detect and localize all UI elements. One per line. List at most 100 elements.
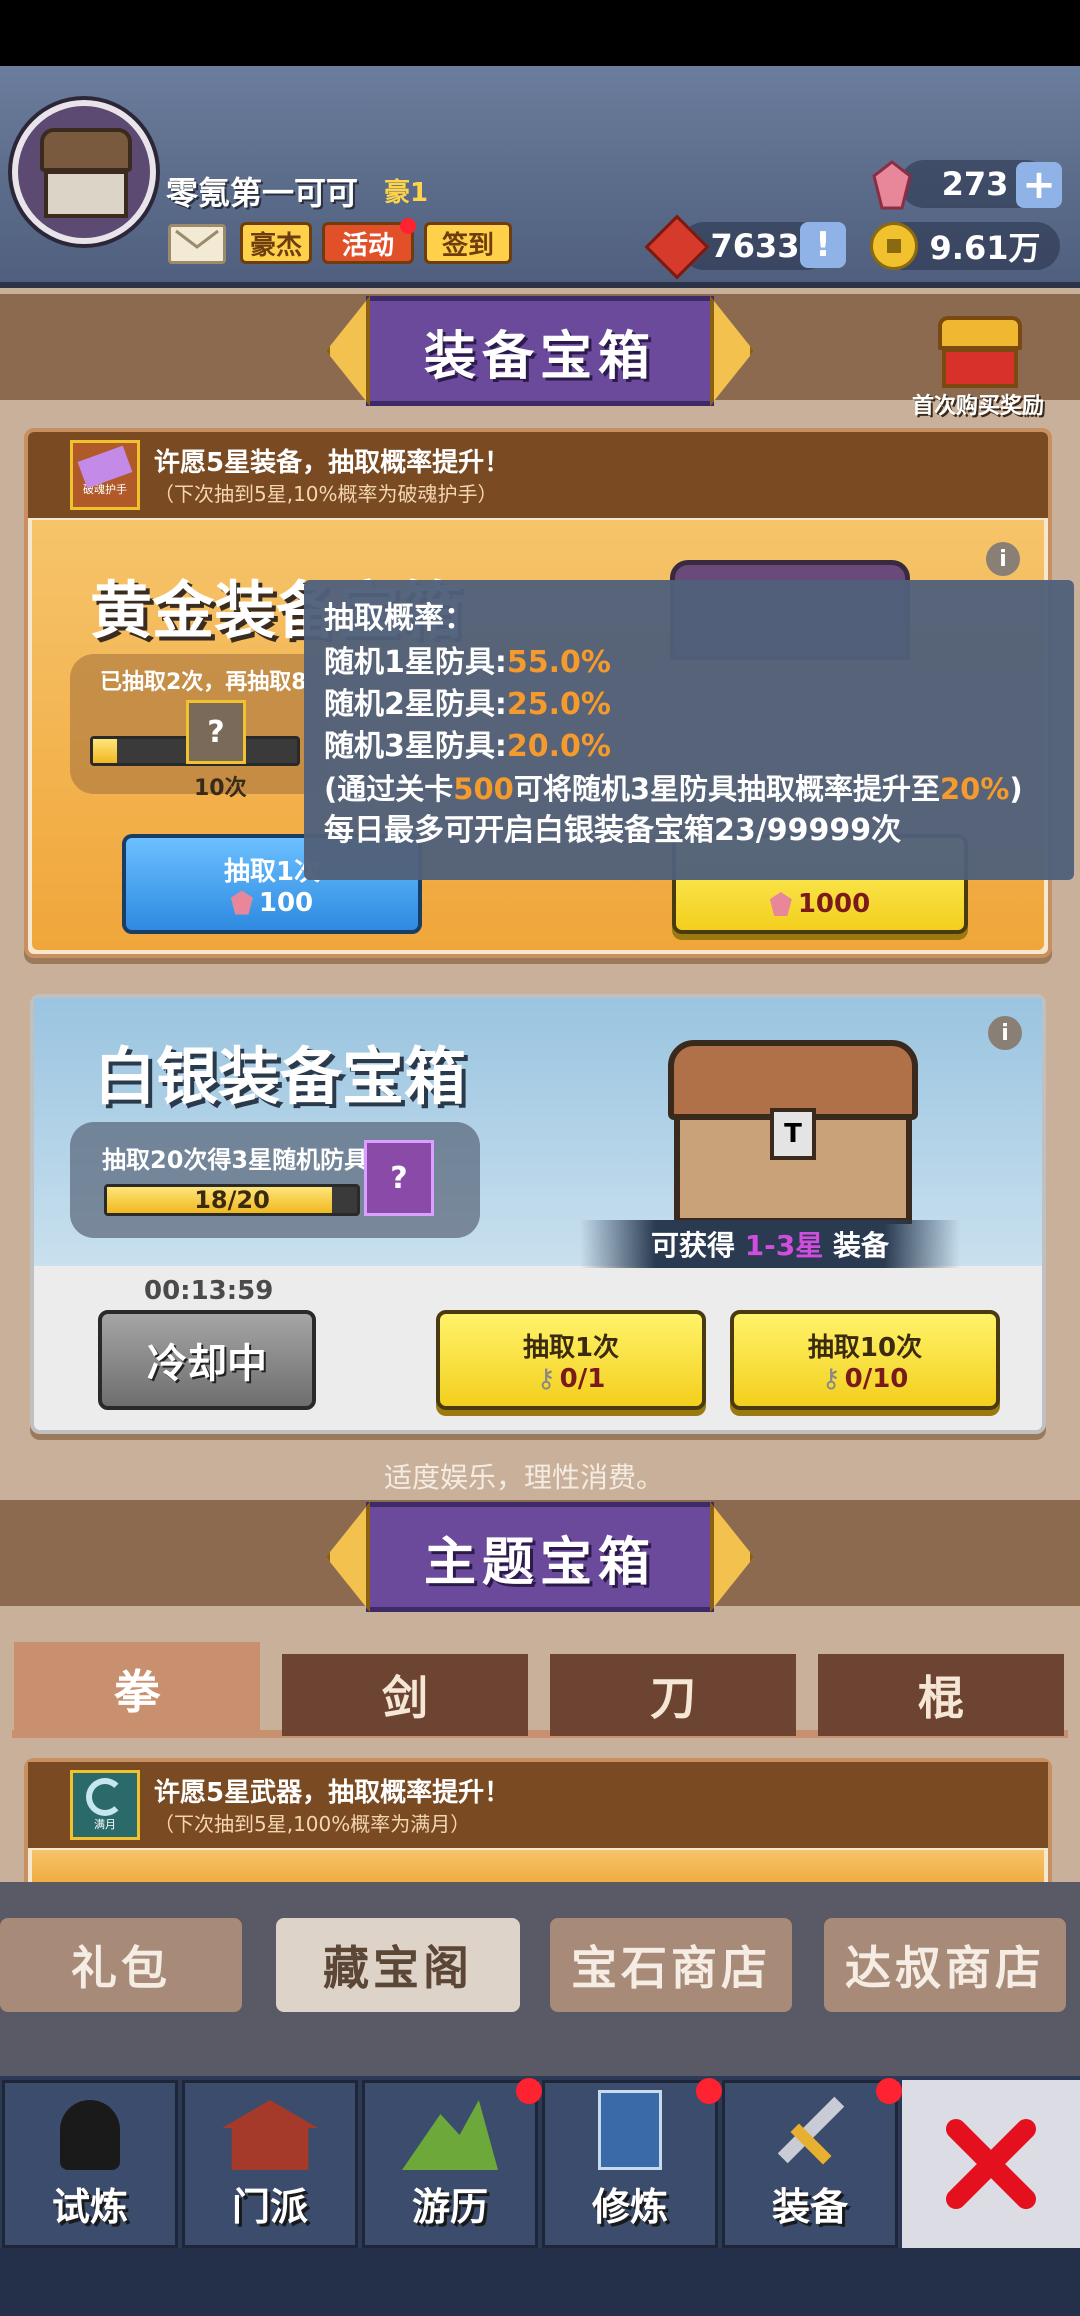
gold-reward-count: 10次 bbox=[194, 776, 247, 801]
tag-hero-button[interactable]: 豪杰 bbox=[240, 222, 312, 264]
shop-tab-gift[interactable]: 礼包 bbox=[0, 1918, 242, 2012]
vip-badge: 豪1 bbox=[384, 178, 429, 208]
nav-equipment-notification-dot bbox=[876, 2078, 902, 2104]
silver-draw-1-cost: 0/1 bbox=[559, 1363, 606, 1394]
secret-book-icon bbox=[598, 2090, 662, 2170]
popup-row-1: 随机1星防具:55.0% bbox=[324, 642, 1054, 684]
key-icon: ⚷ bbox=[536, 1363, 556, 1394]
popup-row-2: 随机2星防具:25.0% bbox=[324, 684, 1054, 726]
popup-row-2-label: 随机2星防具: bbox=[324, 687, 507, 722]
avatar[interactable] bbox=[12, 100, 156, 244]
nav-travel-label: 游历 bbox=[411, 2185, 488, 2229]
popup-row-3-value: 20.0% bbox=[506, 729, 611, 764]
popup-note-stage: 500 bbox=[453, 772, 514, 806]
tag-checkin-button[interactable]: 签到 bbox=[424, 222, 512, 264]
mail-icon[interactable] bbox=[168, 224, 226, 264]
gold-info-icon[interactable]: i bbox=[986, 542, 1020, 576]
shop-tab-uncle-store[interactable]: 达叔商店 bbox=[824, 1918, 1066, 2012]
theme-wish-item-icon[interactable]: 满月 bbox=[70, 1770, 140, 1840]
popup-row-1-value: 55.0% bbox=[506, 645, 611, 680]
cooldown-timer: 00:13:59 bbox=[144, 1276, 274, 1306]
gold-wish-subtitle: （下次抽到5星,10%概率为破魂护手） bbox=[154, 482, 498, 506]
theme-banner-title: 主题宝箱 bbox=[366, 1502, 714, 1612]
temple-gate-icon bbox=[222, 2100, 318, 2170]
honor-value: 7633 bbox=[710, 227, 800, 265]
add-gems-button[interactable]: + bbox=[1016, 162, 1062, 208]
nav-sect[interactable]: 门派 bbox=[182, 2080, 358, 2248]
silver-reward-range: 1-3星 bbox=[744, 1229, 824, 1262]
nav-travel-notification-dot bbox=[516, 2078, 542, 2104]
tab-blade[interactable]: 刀 bbox=[550, 1654, 796, 1736]
gold-wish-title: 许愿5星装备，抽取概率提升！ bbox=[154, 448, 511, 478]
player-name: 零氪第一可可 bbox=[166, 174, 359, 212]
popup-row-3: 随机3星防具:20.0% bbox=[324, 726, 1054, 768]
popup-daily-limit: 每日最多可开启白银装备宝箱23/99999次 bbox=[324, 813, 902, 848]
nav-trial[interactable]: 试炼 bbox=[2, 2080, 178, 2248]
popup-note-c: ) bbox=[1009, 772, 1023, 806]
nav-sect-label: 门派 bbox=[231, 2185, 308, 2229]
nav-cultivate-notification-dot bbox=[696, 2078, 722, 2104]
gold-draw-1-cost: 100 bbox=[258, 887, 314, 918]
gem-value: 273 bbox=[941, 165, 1009, 203]
popup-row-2-value: 25.0% bbox=[506, 687, 611, 722]
theme-wish-item-label: 满月 bbox=[94, 1818, 116, 1831]
theme-wish-subtitle: （下次抽到5星,100%概率为满月） bbox=[154, 1812, 471, 1836]
nav-travel[interactable]: 游历 bbox=[362, 2080, 538, 2248]
silver-draw-1-button[interactable]: 抽取1次 ⚷ 0/1 bbox=[436, 1310, 706, 1410]
popup-row-3-label: 随机3星防具: bbox=[324, 729, 507, 764]
gold-reward-item-icon[interactable]: ? bbox=[186, 700, 246, 764]
nav-cultivate-label: 修炼 bbox=[591, 2185, 668, 2229]
popup-note: (通过关卡500可将随机3星防具抽取概率提升至20%) bbox=[324, 768, 1054, 810]
moderation-note: 适度娱乐，理性消费。 bbox=[384, 1461, 665, 1494]
nav-trial-label: 试炼 bbox=[51, 2185, 128, 2229]
gem-icon bbox=[872, 160, 912, 210]
gold-wish-item-icon[interactable]: 破魂护手 bbox=[70, 440, 140, 510]
silver-progress-label: 抽取20次得3星随机防具 bbox=[102, 1146, 369, 1174]
close-menu-button[interactable] bbox=[902, 2080, 1080, 2248]
silver-draw-1-label: 抽取1次 bbox=[522, 1332, 620, 1363]
gold-progress-text: 已抽取2次，再抽取8 bbox=[100, 670, 307, 695]
event-notification-dot bbox=[400, 218, 416, 234]
silver-box-title: 白银装备宝箱 bbox=[94, 1040, 467, 1113]
sword-icon bbox=[770, 2090, 850, 2170]
tab-fist[interactable]: 拳 bbox=[14, 1642, 260, 1736]
popup-title: 抽取概率： bbox=[324, 601, 474, 636]
silver-draw-10-label: 抽取10次 bbox=[807, 1332, 923, 1363]
silver-reward-prefix: 可获得 bbox=[650, 1229, 735, 1262]
silver-info-icon[interactable]: i bbox=[988, 1016, 1022, 1050]
tab-staff[interactable]: 棍 bbox=[818, 1654, 1064, 1736]
silver-progress-bar: 18/20 bbox=[104, 1184, 360, 1216]
close-icon bbox=[946, 2119, 1036, 2209]
popup-note-b: 可将随机3星防具抽取概率提升至 bbox=[513, 772, 940, 806]
silver-progress-text: 18/20 bbox=[194, 1186, 270, 1214]
honor-info-button[interactable]: ! bbox=[800, 222, 846, 268]
coin-icon bbox=[870, 222, 918, 270]
key-icon: ⚷ bbox=[821, 1363, 841, 1394]
shop-tab-gem-store[interactable]: 宝石商店 bbox=[550, 1918, 792, 2012]
silver-reward-item-icon[interactable]: ? bbox=[364, 1140, 434, 1216]
gem-icon bbox=[769, 892, 792, 916]
ninja-icon bbox=[60, 2100, 120, 2170]
equip-banner-title: 装备宝箱 bbox=[366, 296, 714, 406]
gem-icon bbox=[230, 890, 253, 915]
silver-draw-10-button[interactable]: 抽取10次 ⚷ 0/10 bbox=[730, 1310, 1000, 1410]
silver-draw-10-cost: 0/10 bbox=[844, 1363, 909, 1394]
nav-equipment[interactable]: 装备 bbox=[722, 2080, 898, 2248]
cooldown-button[interactable]: 冷却中 bbox=[98, 1310, 316, 1410]
first-purchase-chest-icon[interactable] bbox=[938, 316, 1022, 390]
probability-popup: 抽取概率： 随机1星防具:55.0% 随机2星防具:25.0% 随机3星防具:2… bbox=[304, 580, 1074, 880]
coin-value: 9.61万 bbox=[929, 229, 1041, 267]
silver-chest-image: T bbox=[668, 1040, 918, 1230]
shop-tab-treasure[interactable]: 藏宝阁 bbox=[276, 1918, 520, 2012]
silver-reward-suffix: 装备 bbox=[833, 1229, 890, 1262]
status-bar bbox=[0, 0, 1080, 66]
silver-reward-banner: 可获得 1-3星 装备 bbox=[580, 1220, 960, 1268]
popup-note-pct: 20% bbox=[940, 772, 1010, 806]
popup-row-1-label: 随机1星防具: bbox=[324, 645, 507, 680]
tab-sword[interactable]: 剑 bbox=[282, 1654, 528, 1736]
theme-wish-title: 许愿5星武器，抽取概率提升！ bbox=[154, 1778, 511, 1808]
first-purchase-label[interactable]: 首次购买奖励 bbox=[912, 388, 1044, 420]
popup-note-a: (通过关卡 bbox=[324, 772, 454, 806]
gold-draw-10-cost: 1000 bbox=[797, 889, 871, 919]
nav-cultivate[interactable]: 修炼 bbox=[542, 2080, 718, 2248]
